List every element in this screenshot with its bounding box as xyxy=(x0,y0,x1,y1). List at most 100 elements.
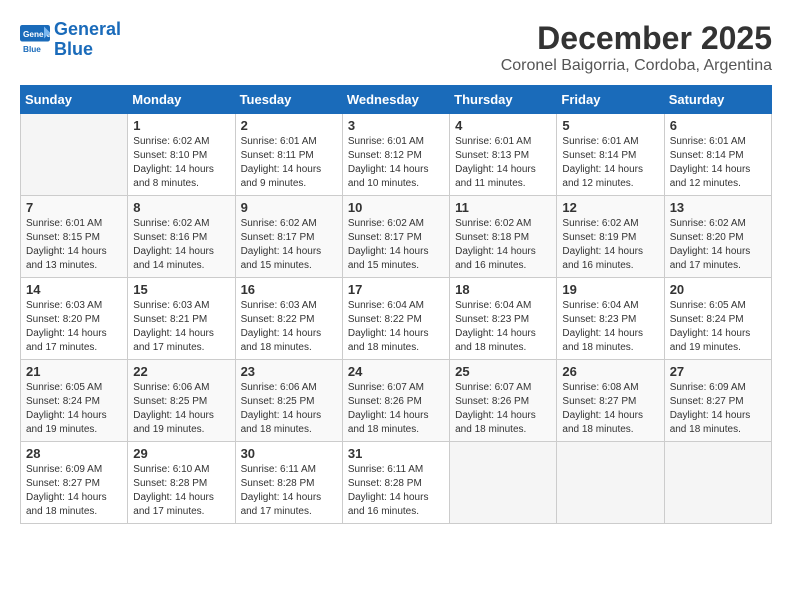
calendar-cell: 25 Sunrise: 6:07 AMSunset: 8:26 PMDayligh… xyxy=(450,360,557,442)
calendar-cell: 15Sunrise: 6:03 AMSunset: 8:21 PMDayligh… xyxy=(128,278,235,360)
day-info: Sunrise: 6:10 AMSunset: 8:28 PMDaylight:… xyxy=(133,463,229,519)
calendar-cell: 4Sunrise: 6:01 AMSunset: 8:13 PMDaylight… xyxy=(450,114,557,196)
calendar-cell: 22 Sunrise: 6:06 AMSunset: 8:25 PMDayligh… xyxy=(128,360,235,442)
day-info: Sunrise: 6:01 AMSunset: 8:13 PMDaylight:… xyxy=(455,135,551,191)
day-info: Sunrise: 6:09 AMSunset: 8:27 PMDaylight:… xyxy=(670,381,766,437)
day-info: Sunrise: 6:05 AMSunset: 8:24 PMDaylight:… xyxy=(670,299,766,355)
logo-text: General Blue xyxy=(54,20,121,60)
day-number: 14 xyxy=(26,282,122,297)
calendar-cell: 6 Sunrise: 6:01 AMSunset: 8:14 PMDaylight… xyxy=(664,114,771,196)
day-number: 25 xyxy=(455,364,551,379)
calendar-cell xyxy=(450,442,557,524)
calendar-cell: 7Sunrise: 6:01 AMSunset: 8:15 PMDaylight… xyxy=(21,196,128,278)
day-number: 6 xyxy=(670,118,766,133)
day-info: Sunrise: 6:09 AMSunset: 8:27 PMDaylight:… xyxy=(26,463,122,519)
day-number: 24 xyxy=(348,364,444,379)
day-info: Sunrise: 6:07 AMSunset: 8:26 PMDaylight:… xyxy=(348,381,444,437)
calendar-cell: 31 Sunrise: 6:11 AMSunset: 8:28 PMDayligh… xyxy=(342,442,449,524)
day-number: 29 xyxy=(133,446,229,461)
calendar-cell: 20 Sunrise: 6:05 AMSunset: 8:24 PMDayligh… xyxy=(664,278,771,360)
day-number: 1 xyxy=(133,118,229,133)
day-info: Sunrise: 6:06 AMSunset: 8:25 PMDaylight:… xyxy=(241,381,337,437)
calendar-table: Sunday Monday Tuesday Wednesday Thursday… xyxy=(20,85,772,524)
calendar-cell: 26 Sunrise: 6:08 AMSunset: 8:27 PMDayligh… xyxy=(557,360,664,442)
day-info: Sunrise: 6:08 AMSunset: 8:27 PMDaylight:… xyxy=(562,381,658,437)
calendar-cell: 13 Sunrise: 6:02 AMSunset: 8:20 PMDayligh… xyxy=(664,196,771,278)
calendar-title: December 2025 xyxy=(501,20,772,57)
day-number: 22 xyxy=(133,364,229,379)
calendar-cell: 18 Sunrise: 6:04 AMSunset: 8:23 PMDayligh… xyxy=(450,278,557,360)
day-number: 28 xyxy=(26,446,122,461)
day-info: Sunrise: 6:02 AMSunset: 8:16 PMDaylight:… xyxy=(133,217,229,273)
day-info: Sunrise: 6:01 AMSunset: 8:14 PMDaylight:… xyxy=(670,135,766,191)
calendar-cell: 21 Sunrise: 6:05 AMSunset: 8:24 PMDayligh… xyxy=(21,360,128,442)
weekday-header-row: Sunday Monday Tuesday Wednesday Thursday… xyxy=(21,86,772,114)
day-info: Sunrise: 6:02 AMSunset: 8:19 PMDaylight:… xyxy=(562,217,658,273)
logo-icon: General Blue xyxy=(20,25,50,55)
day-info: Sunrise: 6:07 AMSunset: 8:26 PMDaylight:… xyxy=(455,381,551,437)
day-number: 2 xyxy=(241,118,337,133)
day-info: Sunrise: 6:02 AMSunset: 8:18 PMDaylight:… xyxy=(455,217,551,273)
day-info: Sunrise: 6:02 AMSunset: 8:10 PMDaylight:… xyxy=(133,135,229,191)
day-info: Sunrise: 6:02 AMSunset: 8:17 PMDaylight:… xyxy=(241,217,337,273)
day-info: Sunrise: 6:11 AMSunset: 8:28 PMDaylight:… xyxy=(348,463,444,519)
week-row-2: 7Sunrise: 6:01 AMSunset: 8:15 PMDaylight… xyxy=(21,196,772,278)
day-info: Sunrise: 6:06 AMSunset: 8:25 PMDaylight:… xyxy=(133,381,229,437)
header-tuesday: Tuesday xyxy=(235,86,342,114)
calendar-cell: 19 Sunrise: 6:04 AMSunset: 8:23 PMDayligh… xyxy=(557,278,664,360)
week-row-5: 28 Sunrise: 6:09 AMSunset: 8:27 PMDayligh… xyxy=(21,442,772,524)
day-number: 7 xyxy=(26,200,122,215)
calendar-cell: 23 Sunrise: 6:06 AMSunset: 8:25 PMDayligh… xyxy=(235,360,342,442)
calendar-cell: 24 Sunrise: 6:07 AMSunset: 8:26 PMDayligh… xyxy=(342,360,449,442)
calendar-cell: 17 Sunrise: 6:04 AMSunset: 8:22 PMDayligh… xyxy=(342,278,449,360)
header-saturday: Saturday xyxy=(664,86,771,114)
calendar-subtitle: Coronel Baigorria, Cordoba, Argentina xyxy=(501,57,772,75)
header-friday: Friday xyxy=(557,86,664,114)
svg-text:Blue: Blue xyxy=(23,45,41,54)
day-number: 27 xyxy=(670,364,766,379)
week-row-3: 14 Sunrise: 6:03 AMSunset: 8:20 PMDayligh… xyxy=(21,278,772,360)
day-info: Sunrise: 6:03 AMSunset: 8:20 PMDaylight:… xyxy=(26,299,122,355)
calendar-cell: 28 Sunrise: 6:09 AMSunset: 8:27 PMDayligh… xyxy=(21,442,128,524)
logo: General Blue General Blue xyxy=(20,20,121,60)
day-number: 8 xyxy=(133,200,229,215)
day-number: 23 xyxy=(241,364,337,379)
day-number: 31 xyxy=(348,446,444,461)
day-number: 20 xyxy=(670,282,766,297)
day-number: 16 xyxy=(241,282,337,297)
day-number: 11 xyxy=(455,200,551,215)
calendar-cell: 1 Sunrise: 6:02 AMSunset: 8:10 PMDaylight… xyxy=(128,114,235,196)
title-area: December 2025 Coronel Baigorria, Cordoba… xyxy=(501,20,772,75)
header-wednesday: Wednesday xyxy=(342,86,449,114)
day-info: Sunrise: 6:04 AMSunset: 8:23 PMDaylight:… xyxy=(455,299,551,355)
day-info: Sunrise: 6:02 AMSunset: 8:17 PMDaylight:… xyxy=(348,217,444,273)
day-number: 19 xyxy=(562,282,658,297)
day-number: 26 xyxy=(562,364,658,379)
day-number: 17 xyxy=(348,282,444,297)
day-number: 15 xyxy=(133,282,229,297)
day-number: 30 xyxy=(241,446,337,461)
day-info: Sunrise: 6:02 AMSunset: 8:20 PMDaylight:… xyxy=(670,217,766,273)
calendar-cell: 27 Sunrise: 6:09 AMSunset: 8:27 PMDayligh… xyxy=(664,360,771,442)
day-info: Sunrise: 6:04 AMSunset: 8:22 PMDaylight:… xyxy=(348,299,444,355)
day-number: 21 xyxy=(26,364,122,379)
calendar-cell: 30Sunrise: 6:11 AMSunset: 8:28 PMDayligh… xyxy=(235,442,342,524)
calendar-cell: 2 Sunrise: 6:01 AMSunset: 8:11 PMDaylight… xyxy=(235,114,342,196)
day-number: 10 xyxy=(348,200,444,215)
calendar-cell: 12Sunrise: 6:02 AMSunset: 8:19 PMDayligh… xyxy=(557,196,664,278)
day-info: Sunrise: 6:03 AMSunset: 8:22 PMDaylight:… xyxy=(241,299,337,355)
day-number: 13 xyxy=(670,200,766,215)
calendar-cell: 11 Sunrise: 6:02 AMSunset: 8:18 PMDayligh… xyxy=(450,196,557,278)
calendar-cell: 16 Sunrise: 6:03 AMSunset: 8:22 PMDayligh… xyxy=(235,278,342,360)
day-number: 18 xyxy=(455,282,551,297)
calendar-cell xyxy=(664,442,771,524)
calendar-cell: 14 Sunrise: 6:03 AMSunset: 8:20 PMDayligh… xyxy=(21,278,128,360)
day-info: Sunrise: 6:01 AMSunset: 8:11 PMDaylight:… xyxy=(241,135,337,191)
week-row-1: 1 Sunrise: 6:02 AMSunset: 8:10 PMDaylight… xyxy=(21,114,772,196)
day-info: Sunrise: 6:04 AMSunset: 8:23 PMDaylight:… xyxy=(562,299,658,355)
calendar-cell: 5Sunrise: 6:01 AMSunset: 8:14 PMDaylight… xyxy=(557,114,664,196)
week-row-4: 21 Sunrise: 6:05 AMSunset: 8:24 PMDayligh… xyxy=(21,360,772,442)
day-info: Sunrise: 6:01 AMSunset: 8:12 PMDaylight:… xyxy=(348,135,444,191)
calendar-cell xyxy=(557,442,664,524)
day-info: Sunrise: 6:05 AMSunset: 8:24 PMDaylight:… xyxy=(26,381,122,437)
